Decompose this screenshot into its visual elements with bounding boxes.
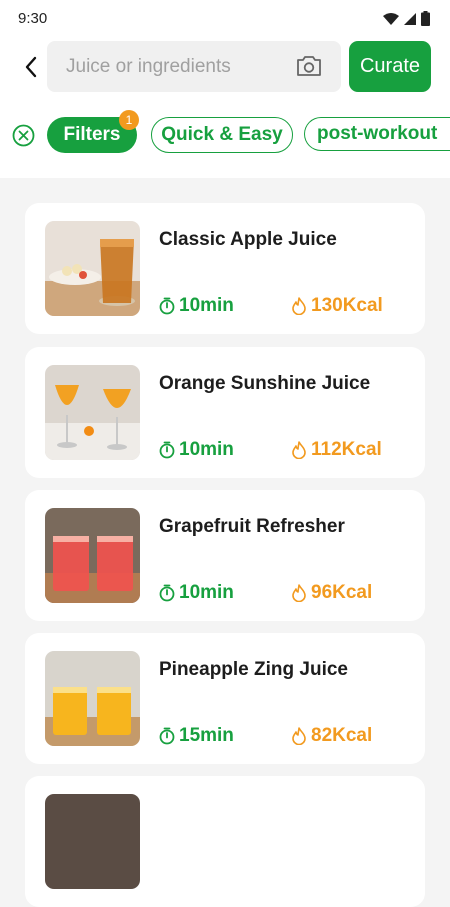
- flame-icon: [292, 441, 306, 459]
- recipe-time-value: 10min: [179, 439, 234, 460]
- wifi-icon: [383, 12, 399, 25]
- recipe-title: Pineapple Zing Juice: [159, 659, 348, 680]
- recipe-card[interactable]: [25, 776, 425, 907]
- filter-count-badge: 1: [119, 110, 139, 130]
- recipe-calories-value: 112Kcal: [311, 439, 382, 460]
- recipe-time-value: 10min: [179, 295, 234, 316]
- header-area: 9:30 Juice or ingredients Curate Filters…: [0, 0, 450, 178]
- flame-icon: [292, 297, 306, 315]
- recipe-calories-value: 82Kcal: [311, 725, 373, 746]
- search-placeholder: Juice or ingredients: [66, 56, 231, 77]
- recipe-time-value: 15min: [179, 725, 234, 746]
- recipe-calories-value: 96Kcal: [311, 582, 373, 603]
- recipe-card[interactable]: Orange Sunshine Juice 10min 112Kcal: [25, 347, 425, 478]
- recipe-thumbnail: [45, 651, 140, 746]
- recipe-time-value: 10min: [179, 582, 234, 603]
- recipe-time: 10min: [159, 439, 234, 461]
- camera-icon[interactable]: [295, 54, 323, 78]
- recipe-thumbnail: [45, 221, 140, 316]
- recipe-calories: 82Kcal: [291, 725, 372, 747]
- status-icons: [383, 11, 430, 26]
- recipe-calories-value: 130Kcal: [311, 295, 383, 316]
- flame-icon: [292, 727, 306, 745]
- timer-icon: [159, 584, 175, 602]
- recipe-title: Classic Apple Juice: [159, 229, 337, 250]
- recipe-calories: 112Kcal: [291, 439, 382, 461]
- chip-post-workout[interactable]: post-workout: [304, 117, 450, 151]
- back-button[interactable]: [14, 50, 48, 84]
- flame-icon: [292, 584, 306, 602]
- recipe-title: Orange Sunshine Juice: [159, 373, 371, 394]
- recipe-card[interactable]: Pineapple Zing Juice 15min 82Kcal: [25, 633, 425, 764]
- clear-filters-icon[interactable]: [12, 124, 35, 147]
- recipe-title: Grapefruit Refresher: [159, 516, 345, 537]
- timer-icon: [159, 727, 175, 745]
- chip-quick-easy[interactable]: Quick & Easy: [151, 117, 293, 153]
- recipe-thumbnail: [45, 365, 140, 460]
- search-input[interactable]: Juice or ingredients: [47, 41, 341, 92]
- recipe-thumbnail: [45, 508, 140, 603]
- status-bar: 9:30: [0, 0, 450, 38]
- timer-icon: [159, 441, 175, 459]
- chevron-left-icon: [25, 56, 37, 78]
- recipe-calories: 96Kcal: [291, 582, 372, 604]
- recipe-card[interactable]: Classic Apple Juice 10min 130Kcal: [25, 203, 425, 334]
- recipe-time: 10min: [159, 582, 234, 604]
- timer-icon: [159, 297, 175, 315]
- recipe-calories: 130Kcal: [291, 295, 383, 317]
- recipe-card[interactable]: Grapefruit Refresher 10min 96Kcal: [25, 490, 425, 621]
- curate-button[interactable]: Curate: [349, 41, 431, 92]
- signal-icon: [404, 12, 416, 25]
- filter-chip-bar: Filters 1 Quick & Easy post-workout: [0, 110, 450, 155]
- status-time: 9:30: [18, 10, 48, 27]
- recipe-thumbnail: [45, 794, 140, 889]
- battery-icon: [421, 11, 430, 26]
- recipe-time: 10min: [159, 295, 234, 317]
- recipe-time: 15min: [159, 725, 234, 747]
